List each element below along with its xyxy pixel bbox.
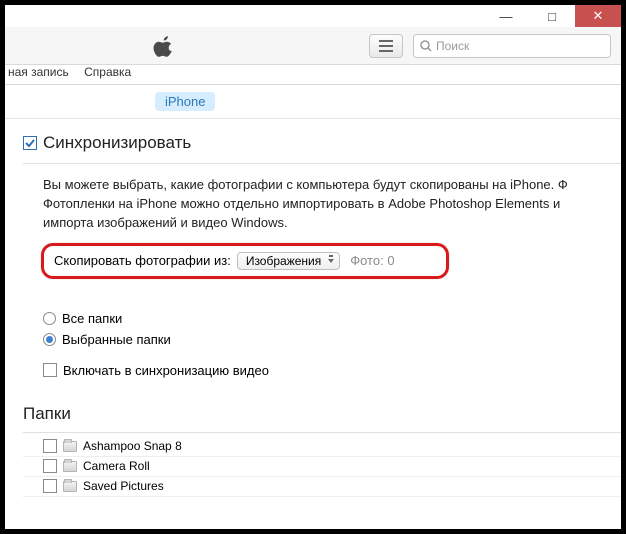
menu-account[interactable]: ная запись — [8, 65, 69, 79]
content-panel: Синхронизировать Вы можете выбрать, каки… — [23, 121, 621, 529]
folder-row[interactable]: Camera Roll — [23, 457, 621, 477]
include-video-checkbox[interactable] — [43, 363, 57, 377]
toolbar: Поиск — [5, 27, 621, 65]
folder-scope-group: Все папки Выбранные папки — [23, 287, 621, 357]
folder-checkbox[interactable] — [43, 479, 57, 493]
maximize-button[interactable]: □ — [529, 5, 575, 27]
check-icon — [25, 138, 35, 148]
include-video-row[interactable]: Включать в синхронизацию видео — [23, 357, 621, 378]
menu-help[interactable]: Справка — [84, 65, 131, 79]
copy-source-select[interactable]: Изображения — [237, 252, 340, 270]
sync-checkbox[interactable] — [23, 136, 37, 150]
search-input[interactable]: Поиск — [413, 34, 611, 58]
minimize-button[interactable]: — — [483, 5, 529, 27]
folder-icon — [63, 441, 77, 452]
folders-header: Папки — [23, 378, 621, 433]
folder-checkbox[interactable] — [43, 439, 57, 453]
radio-icon — [43, 312, 56, 325]
radio-icon — [43, 333, 56, 346]
copy-from-label: Скопировать фотографии из: — [54, 253, 231, 268]
folder-icon — [63, 481, 77, 492]
app-window: — □ ✕ Поиск ная запись Справка iPhone Си… — [5, 5, 621, 529]
tab-iphone[interactable]: iPhone — [155, 92, 215, 111]
radio-selected-folders[interactable]: Выбранные папки — [43, 332, 621, 347]
radio-all-folders[interactable]: Все папки — [43, 311, 621, 326]
folder-icon — [63, 461, 77, 472]
close-button[interactable]: ✕ — [575, 5, 621, 27]
folder-checkbox[interactable] — [43, 459, 57, 473]
sync-title: Синхронизировать — [43, 133, 191, 153]
main-area: iPhone Синхронизировать Вы можете выбрат… — [5, 84, 621, 529]
apple-logo-icon — [153, 35, 175, 57]
list-view-button[interactable] — [369, 34, 403, 58]
device-tabs: iPhone — [5, 85, 621, 119]
copy-from-row: Скопировать фотографии из: Изображения Ф… — [41, 243, 449, 279]
sync-description: Вы можете выбрать, какие фотографии с ко… — [23, 164, 621, 243]
folder-row[interactable]: Saved Pictures — [23, 477, 621, 497]
sync-header: Синхронизировать — [23, 121, 621, 164]
search-placeholder: Поиск — [436, 39, 469, 53]
folder-row[interactable]: Ashampoo Snap 8 — [23, 437, 621, 457]
photo-count: Фото: 0 — [350, 253, 394, 268]
search-icon — [420, 40, 432, 52]
menu-bar: ная запись Справка — [5, 65, 621, 85]
folder-list: Ashampoo Snap 8 Camera Roll Saved Pictur… — [23, 433, 621, 497]
list-icon — [379, 40, 393, 52]
window-controls: — □ ✕ — [483, 5, 621, 27]
